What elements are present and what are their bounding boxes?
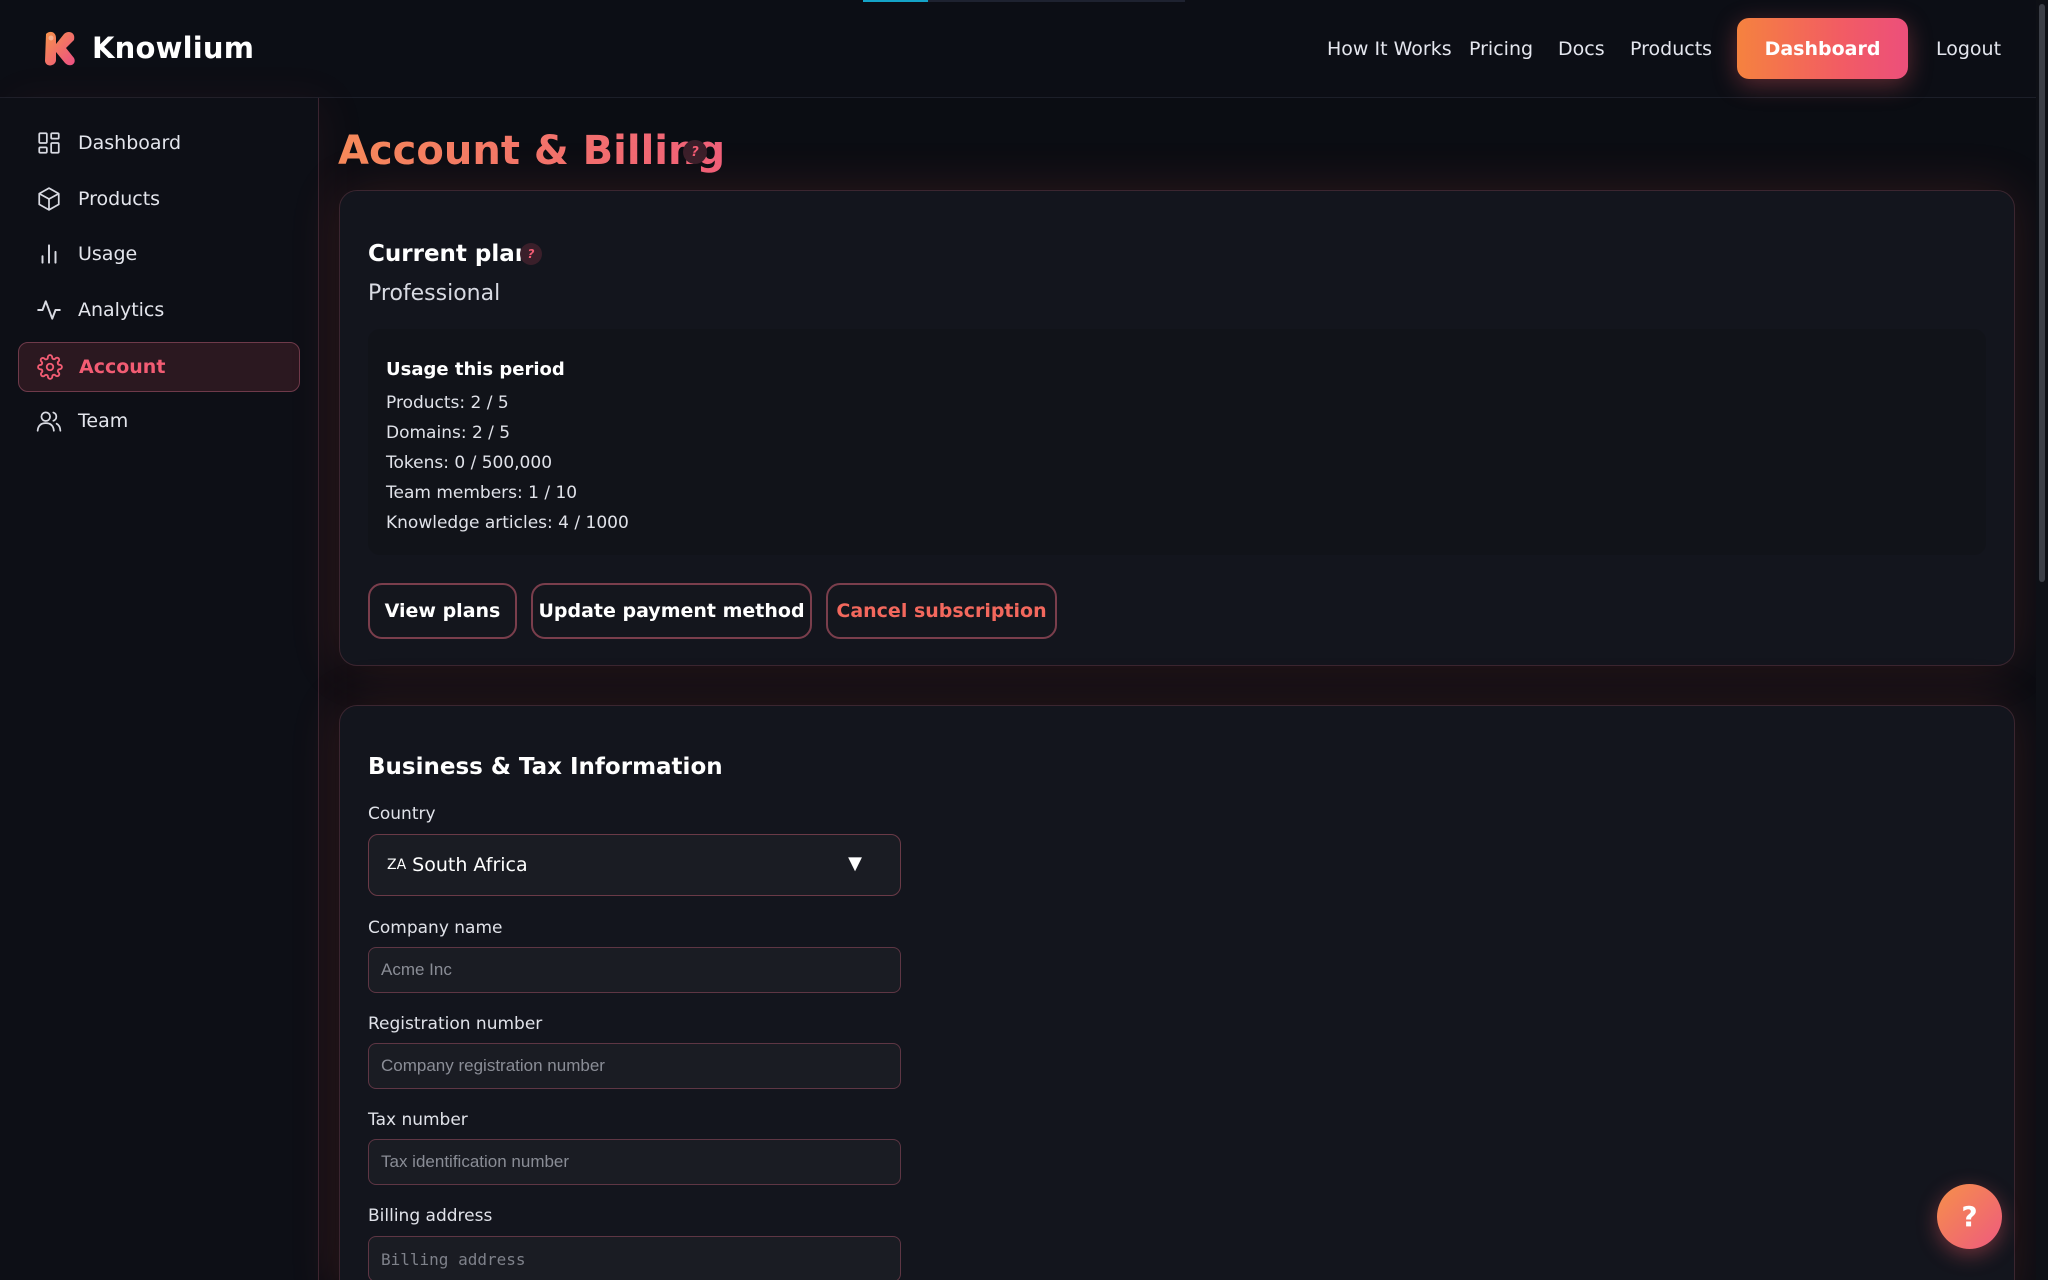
usage-products: Products: 2 / 5 <box>386 393 509 413</box>
nav-link-products[interactable]: Products <box>1630 38 1712 60</box>
update-payment-button[interactable]: Update payment method <box>531 583 812 639</box>
bar-chart-icon <box>41 244 57 264</box>
top-navbar: Knowlium How It Works Pricing Docs Produ… <box>0 0 2048 98</box>
country-label: Country <box>368 804 436 824</box>
chevron-down-icon: ▼ <box>848 853 862 874</box>
usage-panel: Usage this period Products: 2 / 5 Domain… <box>368 329 1986 555</box>
country-value: South Africa <box>412 854 528 876</box>
usage-domains: Domains: 2 / 5 <box>386 423 511 443</box>
usage-title: Usage this period <box>386 359 565 380</box>
help-fab-button[interactable]: ? <box>1937 1184 2002 1249</box>
page-title: Account & Billing <box>338 128 726 174</box>
brand-logo-link[interactable]: Knowlium <box>40 28 254 68</box>
sidebar-item-label: Products <box>78 188 161 210</box>
nav-link-pricing[interactable]: Pricing <box>1469 38 1533 60</box>
sidebar-item-analytics[interactable]: Analytics <box>18 285 300 335</box>
current-plan-title: Current plan <box>368 241 532 267</box>
logout-link[interactable]: Logout <box>1936 38 2001 60</box>
plan-help-icon[interactable]: ? <box>520 243 542 265</box>
country-flag-code: ZA <box>387 857 407 873</box>
company-name-label: Company name <box>368 918 503 938</box>
box-icon <box>38 187 60 211</box>
dashboard-grid-icon <box>38 132 60 154</box>
sidebar-item-usage[interactable]: Usage <box>18 229 300 279</box>
sidebar-item-label: Usage <box>78 243 138 265</box>
tax-number-label: Tax number <box>368 1110 468 1130</box>
billing-address-label: Billing address <box>368 1206 493 1226</box>
page-help-icon[interactable]: ? <box>683 140 707 164</box>
scrollbar-thumb[interactable] <box>2039 4 2045 582</box>
company-name-input[interactable] <box>368 947 901 993</box>
usage-knowledge-articles: Knowledge articles: 4 / 1000 <box>386 513 629 533</box>
business-tax-card: Business & Tax Information Country ZA So… <box>339 705 2015 1280</box>
dashboard-button[interactable]: Dashboard <box>1737 18 1908 79</box>
users-icon <box>36 411 62 432</box>
nav-link-docs[interactable]: Docs <box>1558 38 1605 60</box>
sidebar: Dashboard Products Usage Analytics Accou… <box>0 98 319 1280</box>
sidebar-item-label: Analytics <box>78 299 165 321</box>
cancel-subscription-button[interactable]: Cancel subscription <box>826 583 1057 639</box>
nav-link-how-it-works[interactable]: How It Works <box>1327 38 1452 60</box>
registration-number-label: Registration number <box>368 1014 543 1034</box>
activity-icon <box>37 300 61 320</box>
tax-number-input[interactable] <box>368 1139 901 1185</box>
loading-progress-bar <box>863 0 1185 2</box>
country-select[interactable]: ZA South Africa ▼ <box>368 834 901 896</box>
page-scrollbar[interactable] <box>2036 0 2048 1280</box>
gear-icon <box>37 354 63 380</box>
usage-team-members: Team members: 1 / 10 <box>386 483 578 503</box>
brand-name: Knowlium <box>92 31 255 65</box>
business-tax-title: Business & Tax Information <box>368 754 723 780</box>
sidebar-item-label: Team <box>78 410 129 432</box>
usage-tokens: Tokens: 0 / 500,000 <box>386 453 553 473</box>
sidebar-item-dashboard[interactable]: Dashboard <box>18 118 300 168</box>
registration-number-input[interactable] <box>368 1043 901 1089</box>
billing-address-input[interactable] <box>368 1236 901 1280</box>
sidebar-item-account[interactable]: Account <box>18 342 300 392</box>
plan-name: Professional <box>368 281 501 306</box>
sidebar-item-label: Account <box>79 356 166 378</box>
view-plans-button[interactable]: View plans <box>368 583 517 639</box>
knowlium-logo-icon <box>45 31 75 66</box>
current-plan-card: Current plan ? Professional Usage this p… <box>339 190 2015 666</box>
sidebar-item-products[interactable]: Products <box>18 174 300 224</box>
sidebar-item-label: Dashboard <box>78 132 182 154</box>
sidebar-item-team[interactable]: Team <box>18 396 300 446</box>
